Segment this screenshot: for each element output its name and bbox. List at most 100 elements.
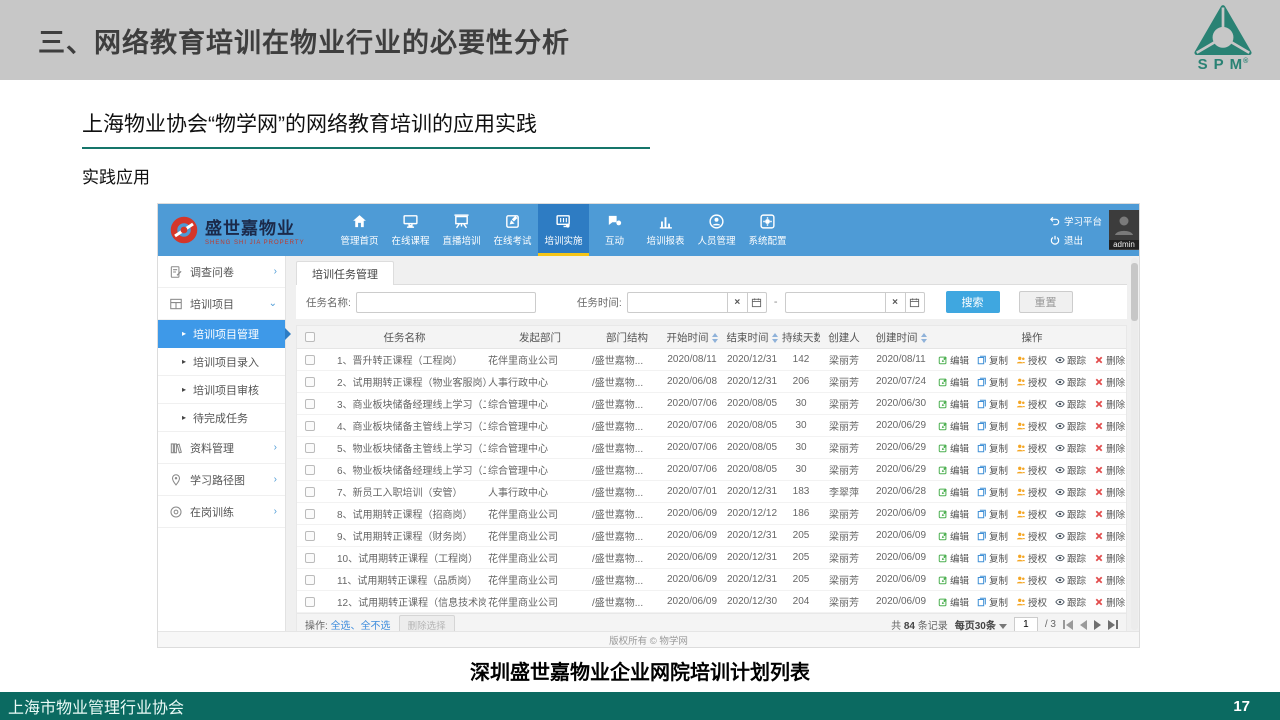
- search-button[interactable]: 搜索: [946, 291, 1000, 313]
- copy-action[interactable]: 复制: [977, 485, 1008, 499]
- sidebar-item[interactable]: ▸ 学习路径图 ›: [158, 464, 285, 496]
- nav-item[interactable]: 人员管理: [691, 204, 742, 256]
- delete-action[interactable]: 删除: [1094, 353, 1125, 367]
- track-action[interactable]: 跟踪: [1055, 397, 1086, 411]
- authorize-action[interactable]: 授权: [1016, 485, 1047, 499]
- nav-item[interactable]: 直播培训: [436, 204, 487, 256]
- task-time-start-input[interactable]: [627, 292, 727, 313]
- copy-action[interactable]: 复制: [977, 463, 1008, 477]
- delete-action[interactable]: 删除: [1094, 441, 1125, 455]
- row-checkbox[interactable]: [305, 355, 315, 365]
- delete-action[interactable]: 删除: [1094, 507, 1125, 521]
- clear-icon[interactable]: ×: [727, 292, 747, 313]
- authorize-action[interactable]: 授权: [1016, 441, 1047, 455]
- delete-action[interactable]: 删除: [1094, 485, 1125, 499]
- track-action[interactable]: 跟踪: [1055, 353, 1086, 367]
- track-action[interactable]: 跟踪: [1055, 573, 1086, 587]
- row-checkbox[interactable]: [305, 443, 315, 453]
- edit-action[interactable]: 编辑: [938, 573, 969, 587]
- row-checkbox[interactable]: [305, 575, 315, 585]
- row-checkbox[interactable]: [305, 509, 315, 519]
- track-action[interactable]: 跟踪: [1055, 375, 1086, 389]
- delete-action[interactable]: 删除: [1094, 573, 1125, 587]
- nav-item[interactable]: 互动: [589, 204, 640, 256]
- authorize-action[interactable]: 授权: [1016, 507, 1047, 521]
- track-action[interactable]: 跟踪: [1055, 551, 1086, 565]
- track-action[interactable]: 跟踪: [1055, 441, 1086, 455]
- row-checkbox[interactable]: [305, 531, 315, 541]
- task-time-end-input[interactable]: [785, 292, 885, 313]
- copy-action[interactable]: 复制: [977, 551, 1008, 565]
- edit-action[interactable]: 编辑: [938, 353, 969, 367]
- sort-created[interactable]: 创建时间: [868, 330, 934, 345]
- nav-item[interactable]: 培训实施: [538, 204, 589, 256]
- logout-link[interactable]: 退出: [1050, 233, 1083, 247]
- select-all-checkbox[interactable]: [305, 332, 315, 342]
- delete-action[interactable]: 删除: [1094, 551, 1125, 565]
- next-page-button[interactable]: [1094, 620, 1101, 630]
- authorize-action[interactable]: 授权: [1016, 529, 1047, 543]
- track-action[interactable]: 跟踪: [1055, 419, 1086, 433]
- learning-platform-link[interactable]: 学习平台: [1050, 214, 1102, 228]
- delete-action[interactable]: 删除: [1094, 419, 1125, 433]
- select-none-link[interactable]: 全不选: [361, 617, 391, 631]
- sidebar-item[interactable]: ▸ 培训项目审核: [158, 376, 285, 404]
- edit-action[interactable]: 编辑: [938, 375, 969, 389]
- authorize-action[interactable]: 授权: [1016, 573, 1047, 587]
- authorize-action[interactable]: 授权: [1016, 595, 1047, 609]
- reset-button[interactable]: 重置: [1019, 291, 1073, 313]
- copy-action[interactable]: 复制: [977, 595, 1008, 609]
- track-action[interactable]: 跟踪: [1055, 485, 1086, 499]
- copy-action[interactable]: 复制: [977, 507, 1008, 521]
- row-checkbox[interactable]: [305, 421, 315, 431]
- task-name-input[interactable]: [356, 292, 536, 313]
- clear-icon[interactable]: ×: [885, 292, 905, 313]
- nav-item[interactable]: 管理首页: [334, 204, 385, 256]
- per-page-select[interactable]: 每页30条: [955, 617, 1007, 631]
- prev-page-button[interactable]: [1080, 620, 1087, 630]
- authorize-action[interactable]: 授权: [1016, 551, 1047, 565]
- authorize-action[interactable]: 授权: [1016, 397, 1047, 411]
- track-action[interactable]: 跟踪: [1055, 595, 1086, 609]
- copy-action[interactable]: 复制: [977, 353, 1008, 367]
- edit-action[interactable]: 编辑: [938, 463, 969, 477]
- delete-action[interactable]: 删除: [1094, 595, 1125, 609]
- edit-action[interactable]: 编辑: [938, 551, 969, 565]
- first-page-button[interactable]: [1063, 620, 1073, 630]
- delete-action[interactable]: 删除: [1094, 397, 1125, 411]
- copy-action[interactable]: 复制: [977, 375, 1008, 389]
- edit-action[interactable]: 编辑: [938, 485, 969, 499]
- sidebar-item[interactable]: ▸ 在岗训练 ›: [158, 496, 285, 528]
- delete-action[interactable]: 删除: [1094, 463, 1125, 477]
- copy-action[interactable]: 复制: [977, 397, 1008, 411]
- nav-item[interactable]: 在线考试: [487, 204, 538, 256]
- scrollbar[interactable]: [1131, 258, 1138, 630]
- row-checkbox[interactable]: [305, 465, 315, 475]
- sort-end[interactable]: 结束时间: [722, 330, 782, 345]
- edit-action[interactable]: 编辑: [938, 397, 969, 411]
- nav-item[interactable]: 培训报表: [640, 204, 691, 256]
- row-checkbox[interactable]: [305, 553, 315, 563]
- sort-start[interactable]: 开始时间: [662, 330, 722, 345]
- sidebar-item[interactable]: ▸ 待完成任务: [158, 404, 285, 432]
- sidebar-item[interactable]: ▸ 培训项目 ⌄: [158, 288, 285, 320]
- edit-action[interactable]: 编辑: [938, 441, 969, 455]
- sidebar-item[interactable]: ▸ 调查问卷 ›: [158, 256, 285, 288]
- scrollbar-thumb[interactable]: [1131, 263, 1138, 321]
- authorize-action[interactable]: 授权: [1016, 419, 1047, 433]
- delete-selected-button[interactable]: 删除选择: [399, 615, 455, 632]
- nav-item[interactable]: 系统配置: [742, 204, 793, 256]
- copy-action[interactable]: 复制: [977, 441, 1008, 455]
- sidebar-item[interactable]: ▸ 培训项目管理: [158, 320, 285, 348]
- track-action[interactable]: 跟踪: [1055, 507, 1086, 521]
- delete-action[interactable]: 删除: [1094, 375, 1125, 389]
- calendar-icon[interactable]: [747, 292, 767, 313]
- track-action[interactable]: 跟踪: [1055, 529, 1086, 543]
- sidebar-item[interactable]: ▸ 资料管理 ›: [158, 432, 285, 464]
- row-checkbox[interactable]: [305, 487, 315, 497]
- track-action[interactable]: 跟踪: [1055, 463, 1086, 477]
- authorize-action[interactable]: 授权: [1016, 463, 1047, 477]
- row-checkbox[interactable]: [305, 399, 315, 409]
- row-checkbox[interactable]: [305, 597, 315, 607]
- nav-item[interactable]: 在线课程: [385, 204, 436, 256]
